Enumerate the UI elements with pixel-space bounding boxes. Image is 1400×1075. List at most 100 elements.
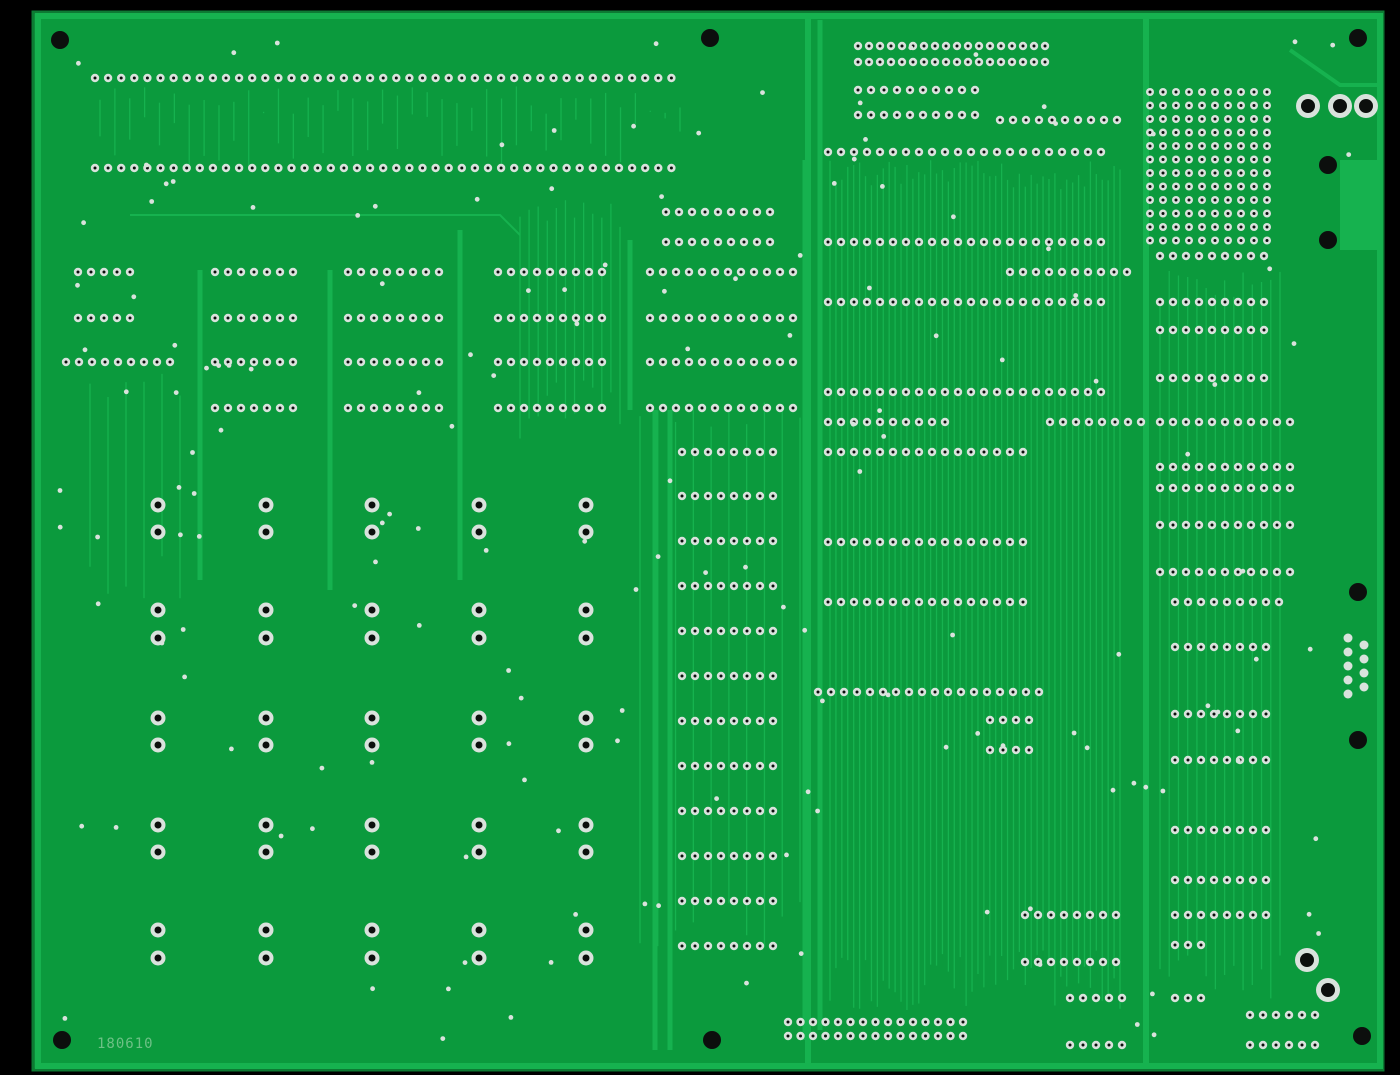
drill bbox=[706, 629, 710, 633]
drill bbox=[703, 240, 707, 244]
drill bbox=[1210, 254, 1214, 258]
ic-row-left-2 bbox=[61, 357, 175, 367]
drill bbox=[565, 76, 569, 80]
drill bbox=[745, 764, 749, 768]
drill bbox=[630, 76, 634, 80]
drill bbox=[921, 88, 925, 92]
drill bbox=[648, 360, 652, 364]
drill bbox=[839, 150, 843, 154]
drill bbox=[460, 166, 464, 170]
drill bbox=[1088, 960, 1092, 964]
switch-drill bbox=[582, 606, 590, 614]
drill bbox=[687, 406, 691, 410]
via bbox=[1330, 42, 1336, 48]
drill bbox=[988, 748, 992, 752]
via bbox=[820, 698, 825, 704]
drill bbox=[106, 76, 110, 80]
via bbox=[352, 603, 358, 608]
drill bbox=[732, 674, 736, 678]
via bbox=[216, 363, 222, 368]
drill bbox=[891, 300, 895, 304]
drill bbox=[499, 166, 503, 170]
drill bbox=[1049, 913, 1053, 917]
drill bbox=[1262, 376, 1266, 380]
drill bbox=[1239, 158, 1243, 161]
header-row-bottom-a bbox=[783, 1017, 968, 1027]
drill bbox=[995, 390, 999, 394]
drill bbox=[1249, 376, 1253, 380]
via bbox=[172, 342, 178, 348]
drill bbox=[943, 390, 947, 394]
drill bbox=[1186, 943, 1190, 947]
drill bbox=[263, 166, 267, 170]
via bbox=[159, 640, 165, 646]
via bbox=[877, 408, 882, 413]
via bbox=[933, 333, 939, 339]
drill bbox=[1264, 600, 1268, 604]
drill bbox=[1102, 118, 1106, 122]
via bbox=[57, 524, 63, 530]
drill bbox=[1099, 300, 1103, 304]
drill bbox=[1174, 171, 1178, 175]
drill bbox=[1184, 328, 1188, 332]
drill bbox=[719, 899, 723, 903]
drill bbox=[908, 88, 912, 92]
drill bbox=[1210, 420, 1214, 424]
pcb-photo: 180610 bbox=[0, 0, 1400, 1075]
drill bbox=[690, 210, 694, 214]
drill bbox=[1139, 420, 1143, 424]
drill bbox=[600, 316, 604, 320]
via bbox=[416, 390, 422, 396]
drill bbox=[1073, 240, 1077, 244]
drill bbox=[132, 76, 136, 80]
via bbox=[950, 632, 955, 638]
drill bbox=[1161, 90, 1165, 94]
drill bbox=[1187, 171, 1191, 175]
drill bbox=[826, 450, 830, 454]
drill bbox=[172, 166, 176, 170]
drill bbox=[437, 406, 441, 410]
via bbox=[1134, 1022, 1140, 1027]
drill bbox=[437, 270, 441, 274]
drill bbox=[1187, 198, 1191, 202]
drill bbox=[745, 944, 749, 948]
drill bbox=[460, 76, 464, 80]
switch-drill bbox=[582, 714, 590, 722]
drill bbox=[1200, 131, 1204, 134]
drill bbox=[1115, 118, 1119, 122]
via bbox=[951, 214, 956, 220]
via bbox=[76, 60, 81, 66]
drill bbox=[1120, 1043, 1124, 1047]
drill bbox=[89, 270, 93, 274]
drill bbox=[732, 629, 736, 633]
switch-drill bbox=[368, 926, 376, 934]
drill bbox=[1251, 645, 1255, 649]
switch-drill bbox=[262, 634, 270, 642]
via bbox=[760, 90, 765, 95]
drill bbox=[278, 406, 282, 410]
drill bbox=[1238, 913, 1242, 917]
drill bbox=[1148, 198, 1152, 202]
pcb-board bbox=[31, 10, 1385, 1072]
drill bbox=[1213, 158, 1217, 161]
drill bbox=[886, 1020, 890, 1024]
drill bbox=[1161, 212, 1165, 215]
via bbox=[1215, 709, 1221, 715]
via bbox=[880, 184, 885, 189]
drill bbox=[881, 690, 885, 694]
drill bbox=[1265, 117, 1269, 121]
drill bbox=[891, 450, 895, 454]
drill bbox=[372, 270, 376, 274]
drill bbox=[1200, 117, 1204, 121]
drill bbox=[1008, 300, 1012, 304]
drill bbox=[1184, 420, 1188, 424]
drill bbox=[669, 166, 673, 170]
switch-drill bbox=[475, 714, 483, 722]
drill bbox=[878, 450, 882, 454]
drill bbox=[276, 76, 280, 80]
drill bbox=[1249, 570, 1253, 574]
drill bbox=[1313, 1013, 1317, 1017]
drill bbox=[250, 76, 254, 80]
drill bbox=[1174, 212, 1178, 215]
drill bbox=[706, 944, 710, 948]
